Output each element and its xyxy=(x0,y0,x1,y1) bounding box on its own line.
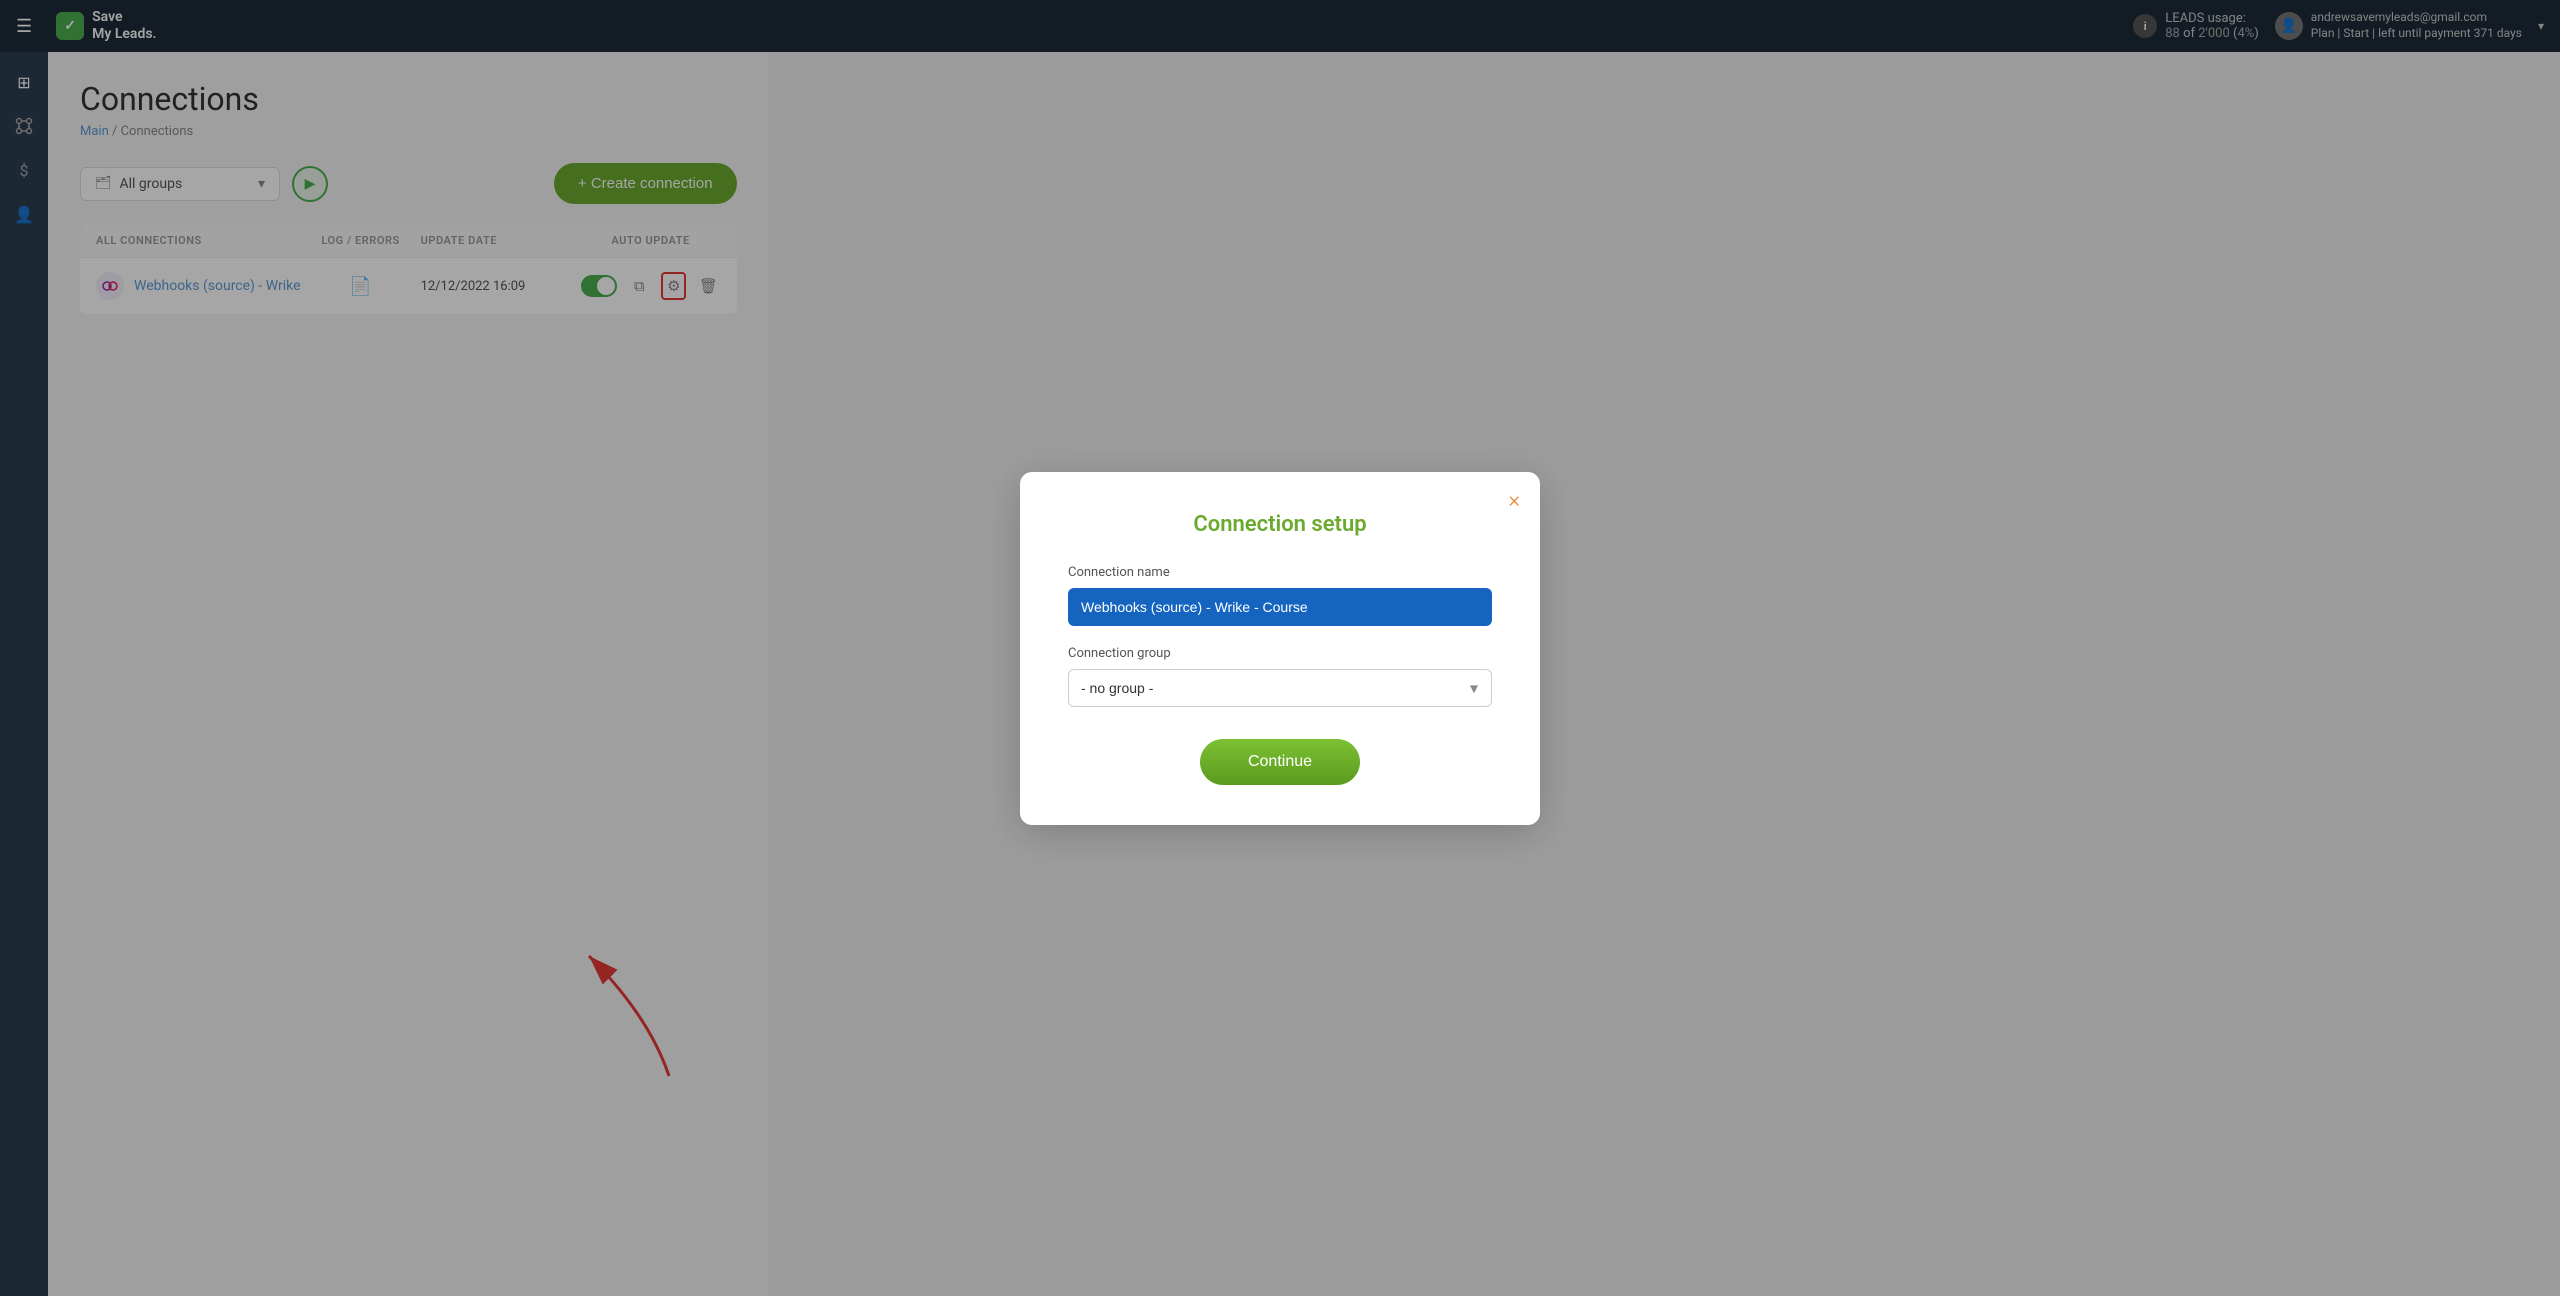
modal-close-button[interactable]: × xyxy=(1508,488,1520,513)
connection-group-label: Connection group xyxy=(1068,646,1492,661)
connection-setup-modal: × Connection setup Connection name Conne… xyxy=(1020,472,1540,825)
modal-overlay: × Connection setup Connection name Conne… xyxy=(0,0,2560,1296)
connection-name-input[interactable] xyxy=(1068,588,1492,626)
connection-name-label: Connection name xyxy=(1068,565,1492,580)
connection-group-select[interactable]: - no group - xyxy=(1068,669,1492,707)
continue-button[interactable]: Continue xyxy=(1200,739,1360,785)
connection-group-select-wrap: - no group - ▾ xyxy=(1068,669,1492,707)
modal-title: Connection setup xyxy=(1068,512,1492,537)
